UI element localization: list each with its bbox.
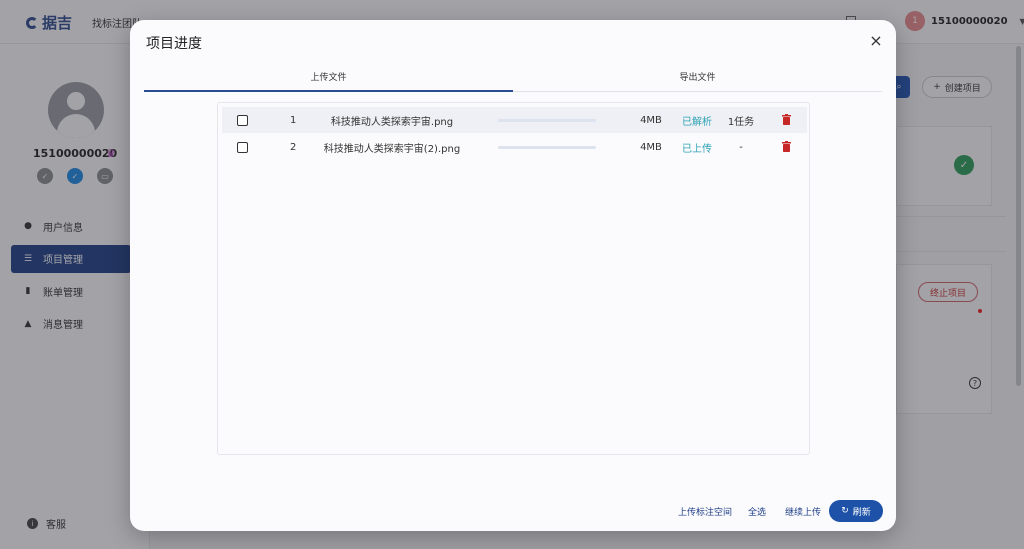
project-progress-dialog: 项目进度 × 上传文件 导出文件 1 科技推动人类探索宇宙.png 4MB 已解… bbox=[130, 20, 896, 531]
trash-icon[interactable] bbox=[782, 114, 791, 125]
refresh-icon: ↻ bbox=[841, 506, 849, 516]
continue-upload-button[interactable]: 继续上传 bbox=[785, 500, 821, 522]
upload-to-space-button[interactable]: 上传标注空间 bbox=[678, 500, 732, 522]
status-badge: 已上传 bbox=[682, 143, 712, 155]
upload-progress-bar bbox=[498, 146, 596, 149]
trash-icon[interactable] bbox=[782, 141, 791, 152]
dialog-tabs: 上传文件 导出文件 bbox=[144, 68, 882, 92]
select-all-button[interactable]: 全选 bbox=[748, 500, 766, 522]
refresh-button[interactable]: ↻ 刷新 bbox=[829, 500, 883, 522]
close-icon[interactable]: × bbox=[868, 33, 884, 49]
upload-progress-bar bbox=[498, 119, 596, 122]
task-count: - bbox=[739, 141, 743, 153]
file-name: 科技推动人类探索宇宙(2).png bbox=[323, 143, 461, 155]
file-size: 4MB bbox=[640, 141, 662, 153]
status-badge: 已解析 bbox=[682, 116, 712, 128]
row-index: 1 bbox=[290, 114, 297, 126]
table-row: 2 科技推动人类探索宇宙(2).png 4MB 已上传 - bbox=[222, 134, 807, 160]
file-list: 1 科技推动人类探索宇宙.png 4MB 已解析 1任务 2 科技推动人类探索宇… bbox=[217, 102, 810, 455]
dialog-title: 项目进度 bbox=[146, 36, 202, 52]
row-checkbox[interactable] bbox=[237, 141, 248, 153]
row-index: 2 bbox=[290, 141, 297, 153]
tab-upload-files[interactable]: 上传文件 bbox=[144, 68, 513, 92]
file-name: 科技推动人类探索宇宙.png bbox=[330, 116, 454, 128]
task-count: 1任务 bbox=[727, 116, 755, 128]
table-row: 1 科技推动人类探索宇宙.png 4MB 已解析 1任务 bbox=[222, 107, 807, 133]
row-checkbox[interactable] bbox=[237, 114, 248, 126]
file-size: 4MB bbox=[640, 114, 662, 126]
tab-export-files[interactable]: 导出文件 bbox=[513, 68, 882, 91]
